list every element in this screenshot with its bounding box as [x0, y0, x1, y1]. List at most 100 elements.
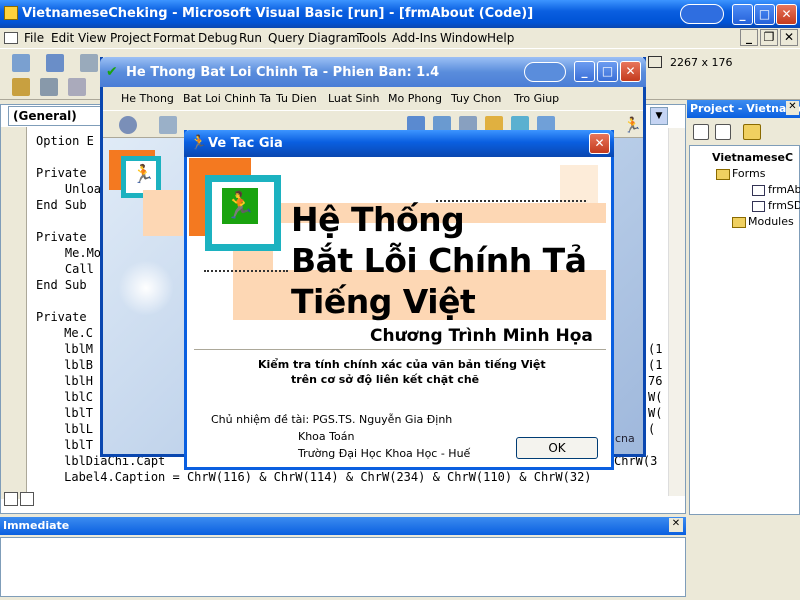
code-fragment: 76 [648, 374, 663, 388]
menu-project[interactable]: Project [110, 31, 151, 45]
view-object-icon[interactable] [715, 124, 731, 140]
procedure-view-button[interactable] [4, 492, 18, 506]
app-title-bar: ✔ He Thong Bat Loi Chinh Ta - Phien Ban:… [100, 57, 646, 87]
code-scrollbar[interactable] [668, 128, 685, 496]
about-credit-university: Trường Đại Học Khoa Học - Huế [298, 447, 471, 460]
app-run-indicator-icon [524, 62, 566, 82]
app-minimize-button[interactable]: _ [574, 61, 595, 82]
immediate-pane[interactable] [0, 537, 686, 597]
menu-file[interactable]: File [24, 31, 44, 45]
app-maximize-button[interactable]: □ [597, 61, 618, 82]
tree-item-project[interactable]: VietnameseC [712, 151, 793, 164]
project-panel-title-text: Project - VietnameseCheking [690, 102, 800, 115]
vb-maximize-button[interactable]: □ [754, 4, 775, 25]
code-line: Label4.Caption = ChrW(116) & ChrW(114) &… [28, 470, 592, 484]
banner-peach-top [560, 165, 598, 203]
menu-edit[interactable]: Edit [51, 31, 74, 45]
app-window-title: He Thong Bat Loi Chinh Ta - Phien Ban: 1… [126, 65, 440, 80]
canvas-runner-icon: 🏃 [132, 164, 155, 185]
about-credit-label: Chủ nhiệm đề tài: PGS.TS. Nguyễn Gia Địn… [211, 413, 453, 426]
about-subtitle: Chương Trình Minh Họa [370, 326, 593, 346]
indent-icon[interactable] [68, 78, 86, 96]
object-combo-value: (General) [13, 109, 77, 123]
banner-dotted-line [204, 270, 288, 272]
code-line: Private [36, 230, 87, 244]
menu-view[interactable]: View [78, 31, 106, 45]
app-menu-tu-dien[interactable]: Tu Dien [276, 92, 317, 105]
about-close-button[interactable]: ✕ [589, 133, 610, 154]
app-menu-tuy-chon[interactable]: Tuy Chon [451, 92, 501, 105]
menu-tools[interactable]: Tools [357, 31, 387, 45]
vb-app-icon [4, 6, 18, 20]
comment-icon[interactable] [40, 78, 58, 96]
about-description-line-2: trên cơ sở độ liên kết chặt chẽ [291, 373, 480, 386]
menu-add-ins[interactable]: Add-Ins [392, 31, 437, 45]
form-icon [752, 201, 765, 212]
ok-button[interactable]: OK [516, 437, 598, 459]
app-menu-he-thong[interactable]: He Thong [121, 92, 174, 105]
immediate-title: Immediate [0, 517, 686, 535]
code-fragment: ( [648, 422, 656, 436]
code-fragment: (1 [648, 342, 663, 356]
app-check-icon: ✔ [106, 64, 118, 80]
vb-window-title: VietnameseCheking - Microsoft Visual Bas… [22, 6, 534, 21]
app-menu-bat-loi-chinh-ta[interactable]: Bat Loi Chinh Ta [183, 92, 271, 105]
vb-minimize-button[interactable]: _ [732, 4, 753, 25]
about-heading-line-1: Hệ Thống [291, 200, 465, 239]
project-panel-close-icon[interactable]: ✕ [786, 101, 799, 115]
tree-item-modules-folder[interactable]: Modules [748, 215, 794, 228]
code-line: Call [36, 262, 94, 276]
references-icon[interactable] [12, 78, 30, 96]
project-panel-title: Project - VietnameseCheking [687, 100, 800, 118]
code-line: Private [36, 310, 87, 324]
size-readout: 2267 x 176 [670, 56, 733, 69]
mdi-restore-button[interactable]: ❐ [760, 29, 778, 46]
procedure-combo-dropdown-icon[interactable]: ▼ [650, 107, 668, 125]
tree-item-frmabout[interactable]: frmAbo [768, 183, 800, 196]
tool-settings-icon[interactable] [119, 116, 137, 134]
code-line: lblT [28, 406, 94, 420]
menu-editor-icon[interactable] [80, 54, 98, 72]
vb-close-button[interactable]: ✕ [776, 4, 797, 25]
tree-item-frmsd[interactable]: frmSD [768, 199, 800, 212]
folder-icon [732, 217, 746, 228]
code-line: Option E [36, 134, 94, 148]
app-menu-mo-phong[interactable]: Mo Phong [388, 92, 442, 105]
menu-run[interactable]: Run [239, 31, 262, 45]
full-module-view-button[interactable] [20, 492, 34, 506]
app-menu-luat-sinh[interactable]: Luat Sinh [328, 92, 379, 105]
code-fragment: W( [648, 390, 663, 404]
menu-help[interactable]: Help [487, 31, 514, 45]
app-menu-tro-giup[interactable]: Tro Giup [514, 92, 559, 105]
project-tree[interactable]: VietnameseC Forms frmAbo frmSD Modules [689, 145, 800, 515]
about-credit-faculty: Khoa Toán [298, 430, 355, 443]
canvas-fragment-text: cna [615, 432, 635, 445]
toggle-folders-icon[interactable] [743, 124, 761, 140]
code-line: Private [36, 166, 87, 180]
about-divider [194, 349, 606, 350]
banner-runner-icon: 🏃 [222, 188, 258, 224]
mdi-close-button[interactable]: ✕ [780, 29, 798, 46]
code-line: Me.C [28, 326, 94, 340]
about-title: Ve Tac Gia [208, 136, 283, 151]
mdi-minimize-button[interactable]: _ [740, 29, 758, 46]
code-window-icon [4, 32, 18, 44]
menu-diagram[interactable]: Diagram [308, 31, 360, 45]
menu-format[interactable]: Format [153, 31, 195, 45]
app-close-button[interactable]: ✕ [620, 61, 641, 82]
immediate-title-text: Immediate [3, 519, 70, 532]
add-form-icon[interactable] [46, 54, 64, 72]
view-code-icon[interactable] [693, 124, 709, 140]
tree-item-forms-folder[interactable]: Forms [732, 167, 765, 180]
menu-query[interactable]: Query [268, 31, 304, 45]
add-project-icon[interactable] [12, 54, 30, 72]
menu-window[interactable]: Window [440, 31, 487, 45]
code-line: lblM [28, 342, 94, 356]
tool-runner-icon[interactable]: 🏃 [623, 116, 642, 134]
menu-debug[interactable]: Debug [198, 31, 237, 45]
code-line: Unloa [36, 182, 102, 196]
immediate-close-icon[interactable]: ✕ [669, 518, 683, 532]
size-readout-icon [648, 56, 662, 68]
code-line: End Sub [36, 278, 87, 292]
tool-open-icon[interactable] [159, 116, 177, 134]
